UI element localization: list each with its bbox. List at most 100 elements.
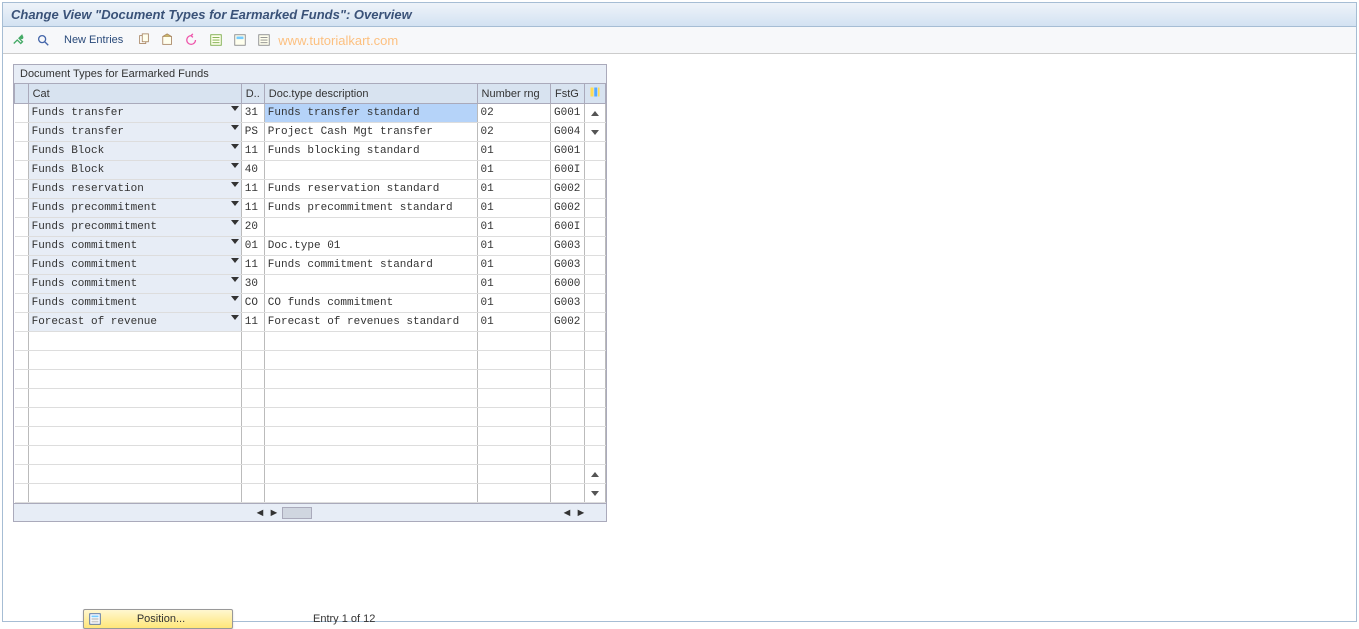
cell-nrng[interactable]: [477, 484, 550, 503]
chevron-down-icon[interactable]: [231, 277, 239, 282]
vscroll-track[interactable]: [584, 123, 605, 142]
table-row[interactable]: Funds commitmentCOCO funds commitment01G…: [15, 294, 606, 313]
vscroll-track[interactable]: [584, 370, 605, 389]
vscroll-track[interactable]: [584, 161, 605, 180]
deselect-icon[interactable]: [254, 30, 274, 50]
vscroll-track[interactable]: [584, 351, 605, 370]
delete-icon[interactable]: [158, 30, 178, 50]
vscroll-track[interactable]: [584, 199, 605, 218]
row-handle[interactable]: [15, 389, 29, 408]
row-handle[interactable]: [15, 408, 29, 427]
cell-fstg[interactable]: [551, 408, 585, 427]
hscroll-thumb[interactable]: [282, 507, 312, 519]
vscroll-track[interactable]: [584, 484, 605, 503]
cell-cat[interactable]: Funds precommitment: [28, 199, 241, 218]
cell-cat[interactable]: [28, 408, 241, 427]
row-handle[interactable]: [15, 275, 29, 294]
cell-cat[interactable]: [28, 484, 241, 503]
cell-desc[interactable]: [264, 389, 477, 408]
cell-fstg[interactable]: [551, 351, 585, 370]
table-row[interactable]: [15, 484, 606, 503]
cell-desc[interactable]: [264, 161, 477, 180]
cell-desc[interactable]: [264, 465, 477, 484]
cell-fstg[interactable]: [551, 389, 585, 408]
row-handle[interactable]: [15, 199, 29, 218]
vscroll-track[interactable]: [584, 389, 605, 408]
vscroll-track[interactable]: [584, 294, 605, 313]
vscroll-track[interactable]: [584, 237, 605, 256]
cell-fstg[interactable]: G002: [551, 313, 585, 332]
cell-nrng[interactable]: [477, 446, 550, 465]
cell-cat[interactable]: Funds Block: [28, 142, 241, 161]
table-row[interactable]: [15, 389, 606, 408]
cell-fstg[interactable]: G002: [551, 180, 585, 199]
config-col-icon[interactable]: [584, 84, 605, 104]
chevron-down-icon[interactable]: [231, 315, 239, 320]
row-handle[interactable]: [15, 370, 29, 389]
cell-desc[interactable]: CO funds commitment: [264, 294, 477, 313]
cell-nrng[interactable]: 01: [477, 142, 550, 161]
cell-doctype[interactable]: 40: [241, 161, 264, 180]
cell-fstg[interactable]: G001: [551, 104, 585, 123]
row-handle[interactable]: [15, 427, 29, 446]
cell-cat[interactable]: Forecast of revenue: [28, 313, 241, 332]
scroll-up-icon[interactable]: [588, 467, 602, 481]
cell-nrng[interactable]: [477, 465, 550, 484]
scroll-down-icon[interactable]: [588, 486, 602, 500]
cell-desc[interactable]: [264, 408, 477, 427]
col-nrng[interactable]: Number rng: [477, 84, 550, 104]
chevron-down-icon[interactable]: [231, 220, 239, 225]
cell-doctype[interactable]: [241, 370, 264, 389]
cell-fstg[interactable]: [551, 465, 585, 484]
cell-desc[interactable]: [264, 484, 477, 503]
vscroll-track[interactable]: [584, 313, 605, 332]
cell-cat[interactable]: [28, 351, 241, 370]
row-handle[interactable]: [15, 218, 29, 237]
table-row[interactable]: Funds reservation11Funds reservation sta…: [15, 180, 606, 199]
row-handle[interactable]: [15, 351, 29, 370]
cell-doctype[interactable]: [241, 351, 264, 370]
cell-nrng[interactable]: 01: [477, 218, 550, 237]
table-row[interactable]: [15, 408, 606, 427]
cell-cat[interactable]: [28, 427, 241, 446]
row-handle[interactable]: [15, 484, 29, 503]
cell-desc[interactable]: Funds transfer standard: [264, 104, 477, 123]
select-block-icon[interactable]: [230, 30, 250, 50]
cell-desc[interactable]: Funds reservation standard: [264, 180, 477, 199]
row-handle[interactable]: [15, 161, 29, 180]
copy-icon[interactable]: [134, 30, 154, 50]
position-button[interactable]: Position...: [83, 609, 233, 629]
row-handle[interactable]: [15, 313, 29, 332]
cell-fstg[interactable]: G003: [551, 237, 585, 256]
cell-desc[interactable]: Forecast of revenues standard: [264, 313, 477, 332]
cell-nrng[interactable]: [477, 427, 550, 446]
cell-doctype[interactable]: CO: [241, 294, 264, 313]
cell-nrng[interactable]: 01: [477, 237, 550, 256]
vscroll-track[interactable]: [584, 180, 605, 199]
row-handle[interactable]: [15, 256, 29, 275]
cell-desc[interactable]: Project Cash Mgt transfer: [264, 123, 477, 142]
row-handle[interactable]: [15, 446, 29, 465]
cell-desc[interactable]: Funds blocking standard: [264, 142, 477, 161]
table-row[interactable]: [15, 351, 606, 370]
cell-doctype[interactable]: [241, 389, 264, 408]
scroll-up-icon[interactable]: [588, 106, 602, 120]
cell-doctype[interactable]: 31: [241, 104, 264, 123]
table-row[interactable]: Funds commitment01Doc.type 0101G003: [15, 237, 606, 256]
table-row[interactable]: [15, 370, 606, 389]
chevron-down-icon[interactable]: [231, 239, 239, 244]
chevron-down-icon[interactable]: [231, 106, 239, 111]
cell-fstg[interactable]: G004: [551, 123, 585, 142]
cell-doctype[interactable]: 11: [241, 199, 264, 218]
cell-nrng[interactable]: 01: [477, 313, 550, 332]
table-row[interactable]: Funds commitment11Funds commitment stand…: [15, 256, 606, 275]
change-display-icon[interactable]: [9, 30, 29, 50]
table-row[interactable]: Forecast of revenue11Forecast of revenue…: [15, 313, 606, 332]
hscroll-right2-icon[interactable]: ►: [575, 507, 587, 519]
cell-cat[interactable]: Funds commitment: [28, 237, 241, 256]
vscroll-track[interactable]: [584, 408, 605, 427]
table-row[interactable]: Funds Block4001600I: [15, 161, 606, 180]
cell-doctype[interactable]: 11: [241, 142, 264, 161]
cell-fstg[interactable]: [551, 427, 585, 446]
cell-nrng[interactable]: 01: [477, 294, 550, 313]
